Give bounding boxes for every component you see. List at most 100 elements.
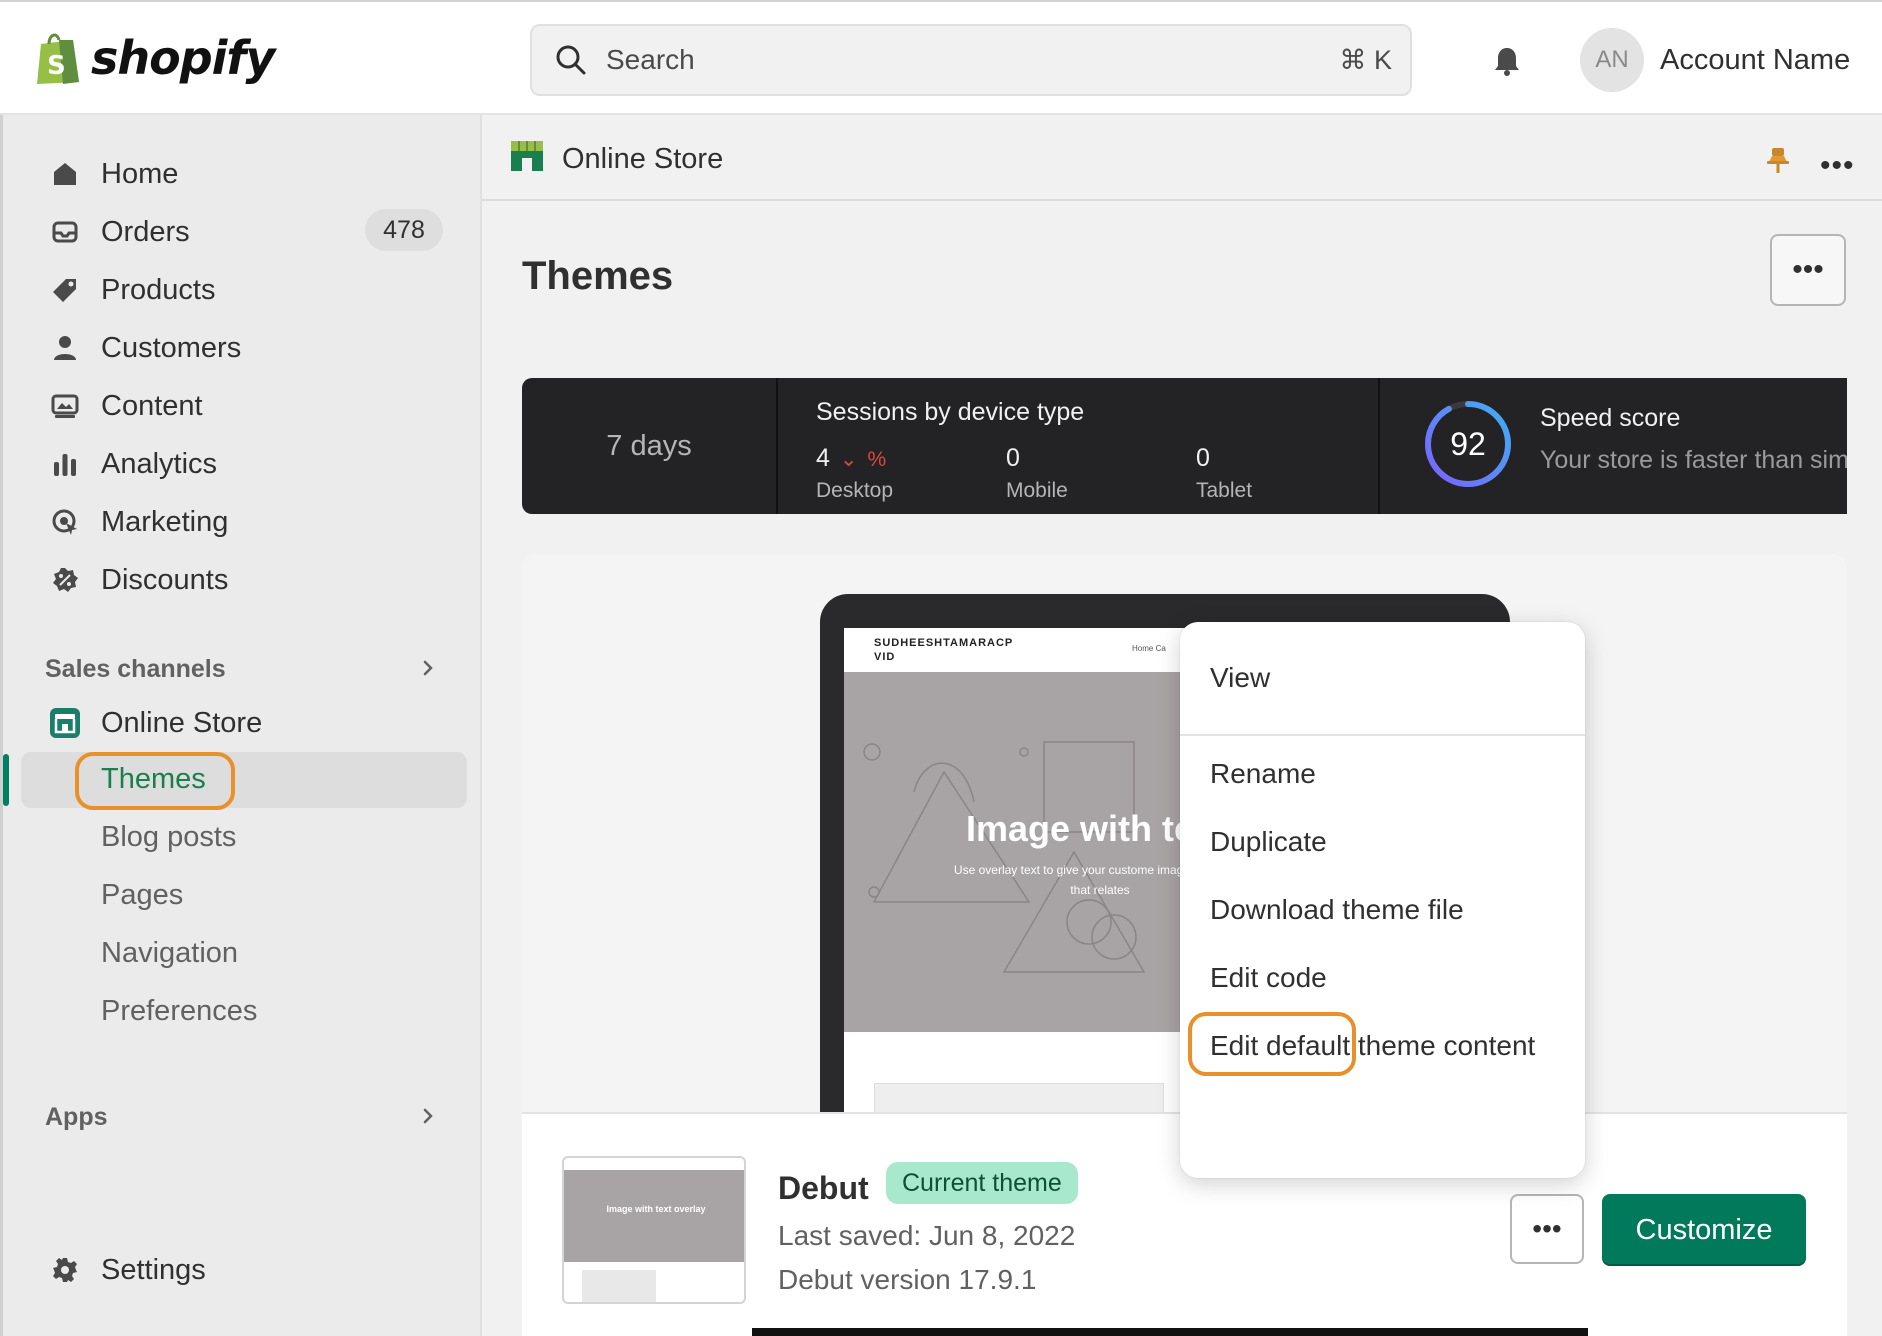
sidebar-subitem-preferences[interactable]: Preferences [101,995,257,1028]
sessions-by-device[interactable]: Sessions by device type 4 ⌄% Desktop 0 Mo… [780,378,1380,514]
sidebar-item-label: Discounts [101,563,229,596]
speed-gauge: 92 [1425,401,1511,487]
sidebar-item-label: Products [101,273,216,306]
pin-icon[interactable] [1764,145,1792,175]
page-title: Themes [522,254,674,298]
sidebar-item-analytics[interactable]: Analytics [49,441,217,487]
menu-item-duplicate[interactable]: Duplicate [1210,826,1327,858]
sidebar-subitem-pages[interactable]: Pages [101,879,183,912]
bell-icon[interactable] [1490,44,1524,78]
top-bar: S shopify Search ⌘ K AN Account Name [0,0,1882,115]
menu-item-download-theme-file[interactable]: Download theme file [1210,894,1464,926]
speed-title: Speed score [1540,404,1681,432]
sidebar-item-label: Content [101,389,203,422]
avatar[interactable]: AN [1580,28,1644,92]
sidebar-item-label: Marketing [101,505,229,538]
tablet-label: Tablet [1196,479,1253,502]
chevron-right-icon[interactable] [419,659,437,677]
theme-name: Debut [778,1170,869,1206]
tablet-value: 0 [1196,444,1210,472]
active-indicator [3,754,9,806]
theme-actions-button[interactable]: ••• [1510,1194,1584,1264]
customize-button[interactable]: Customize [1602,1194,1806,1266]
channel-title: Online Store [562,143,724,175]
sidebar-item-orders[interactable]: Orders [49,209,190,255]
orders-icon [49,216,81,248]
current-theme-badge: Current theme [886,1162,1078,1204]
orders-count-badge: 478 [365,209,443,251]
mobile-value: 0 [1006,444,1020,472]
menu-item-edit-code[interactable]: Edit code [1210,962,1327,994]
brand-name: shopify [91,31,275,85]
page-more-button[interactable]: ••• [1770,234,1846,306]
menu-item-edit-default-theme-content[interactable]: Edit default theme content [1210,1030,1535,1062]
shopify-logo[interactable]: S shopify [33,30,275,86]
sidebar-item-content[interactable]: Content [49,383,203,429]
image-icon [49,390,81,422]
chevron-right-icon[interactable] [419,1107,437,1125]
thumbnail-text: Image with text overlay [606,1204,706,1214]
last-saved: Last saved: Jun 8, 2022 [778,1220,1076,1251]
date-range-label: 7 days [606,429,692,462]
arrow-down-icon: ⌄ [839,448,858,471]
account-name[interactable]: Account Name [1660,44,1850,77]
apps-heading: Apps [45,1103,108,1131]
theme-version: Debut version 17.9.1 [778,1264,1037,1295]
desktop-label: Desktop [816,479,894,502]
sidebar-subitem-blog-posts[interactable]: Blog posts [101,821,236,854]
shopify-bag-icon: S [37,33,79,84]
search-shortcut: ⌘ K [1339,44,1392,75]
date-range-selector[interactable]: 7 days [522,378,778,514]
preview-hero-title: Image with te [966,808,1195,849]
menu-divider [1180,734,1585,736]
sidebar-item-label: Customers [101,331,242,364]
thumbnail-block [582,1270,656,1302]
speed-score-value: 92 [1450,426,1486,462]
sidebar-item-products[interactable]: Products [49,267,215,313]
sessions-title: Sessions by device type [816,398,1085,426]
svg-text:S: S [47,51,66,81]
sidebar-subitem-navigation[interactable]: Navigation [101,937,238,970]
sidebar-item-home[interactable]: Home [49,151,178,197]
search-bar[interactable]: Search ⌘ K [530,24,1412,96]
desktop-change: % [867,448,887,471]
sidebar-subitem-themes[interactable]: Themes [101,763,206,796]
preview-site-name: SUDHEESHTAMARACP VID [874,637,1014,663]
preview-content-block [874,1083,1164,1113]
sidebar-item-label: Orders [101,215,190,248]
person-icon [49,332,81,364]
discount-icon [49,564,81,596]
sidebar-item-label: Online Store [101,706,263,739]
target-icon [49,506,81,538]
search-placeholder: Search [606,44,695,75]
sidebar-item-online-store[interactable]: Online Store [49,700,262,746]
sidebar: Home Orders 478 Products Customers Conte… [0,115,482,1336]
more-actions-icon[interactable]: ••• [1820,149,1855,183]
gear-icon [49,1254,81,1286]
sidebar-item-label: Analytics [101,447,218,480]
mobile-label: Mobile [1006,479,1068,502]
menu-item-rename[interactable]: Rename [1210,758,1316,790]
tag-icon [49,274,81,306]
sidebar-item-marketing[interactable]: Marketing [49,499,228,545]
more-horizontal-icon: ••• [1792,253,1824,286]
menu-item-view[interactable]: View [1210,662,1270,694]
channel-header: Online Store ••• [482,115,1882,201]
speed-subtitle: Your store is faster than sim [1540,446,1847,474]
preview-nav: Home Ca [1132,644,1166,653]
sidebar-item-label: Home [101,157,179,190]
thumbnail-hero [564,1170,744,1262]
sidebar-item-label: Settings [101,1253,206,1286]
sidebar-item-discounts[interactable]: Discounts [49,557,228,603]
bottom-edge [752,1328,1588,1336]
more-horizontal-icon: ••• [1532,1213,1562,1244]
online-store-stats: 7 days Sessions by device type 4 ⌄% Deskt… [522,378,1847,514]
search-icon [556,45,586,75]
bar-chart-icon [49,448,81,480]
speed-score[interactable]: 92 Speed score Your store is faster than… [1382,378,1847,514]
sidebar-item-settings[interactable]: Settings [49,1247,206,1293]
sidebar-item-customers[interactable]: Customers [49,325,241,371]
sales-channels-heading: Sales channels [45,655,226,683]
theme-actions-menu: View Rename Duplicate Download theme fil… [1180,622,1585,1178]
online-store-icon [511,141,543,171]
